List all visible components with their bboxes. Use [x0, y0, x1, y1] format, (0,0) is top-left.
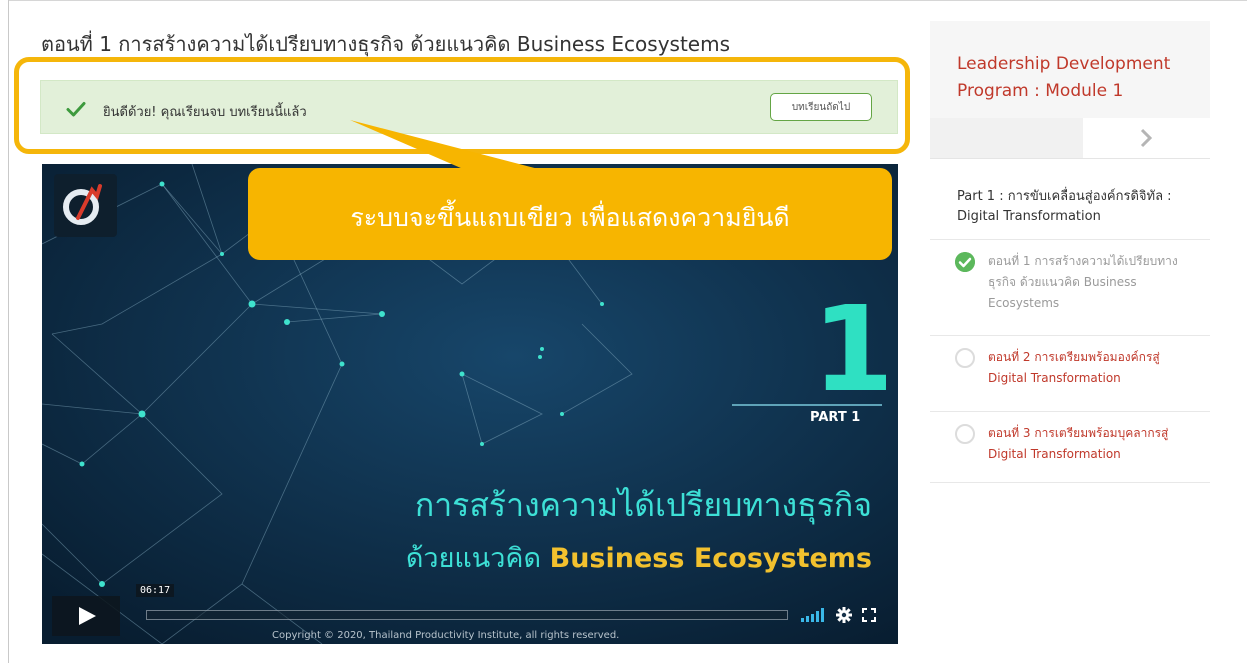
page-frame-left [8, 0, 9, 663]
lesson-item-3[interactable]: ตอนที่ 3 การเตรียมพร้อมบุคลากรสู่ Digita… [930, 412, 1210, 483]
part-number: 1 [812, 280, 895, 418]
lesson-item-1[interactable]: ตอนที่ 1 การสร้างความได้เปรียบทางธุรกิจ … [930, 240, 1210, 336]
video-title-line1: การสร้างความได้เปรียบทางธุรกิจ [414, 486, 872, 524]
part-divider [732, 404, 882, 406]
sidebar-nav-next-button[interactable] [1083, 118, 1210, 158]
section-title: Part 1 : การขับเคลื่อนสู่องค์กรดิจิทัล :… [957, 189, 1172, 224]
lesson-incomplete-circle-icon [955, 424, 975, 444]
lesson-title: ตอนที่ 1 การสร้างความได้เปรียบทางธุรกิจ … [41, 32, 730, 56]
fullscreen-icon[interactable] [862, 608, 876, 622]
chevron-right-icon [1140, 128, 1152, 148]
current-time: 06:17 [136, 584, 175, 597]
video-title-line2: ด้วยแนวคิด Business Ecosystems [342, 536, 872, 579]
play-icon [79, 607, 96, 625]
course-title[interactable]: Leadership Development Program : Module … [957, 51, 1197, 105]
course-sidebar: Leadership Development Program : Module … [930, 21, 1210, 483]
institute-logo [54, 174, 117, 237]
lesson-incomplete-circle-icon [955, 348, 975, 368]
gear-icon[interactable] [836, 607, 852, 623]
play-button[interactable] [52, 596, 120, 636]
callout-text: ระบบจะขึ้นแถบเขียว เพื่อแสดงความยินดี [350, 203, 790, 232]
sidebar-nav-previous [930, 118, 1083, 158]
video-title-line2-english: Business Ecosystems [549, 543, 872, 574]
lesson-item-label: ตอนที่ 2 การเตรียมพร้อมองค์กรสู่ Digital… [988, 350, 1160, 385]
page-frame-top [8, 0, 1247, 1]
lesson-item-label: ตอนที่ 1 การสร้างความได้เปรียบทางธุรกิจ … [988, 254, 1178, 310]
video-controls: 06:17 [52, 584, 888, 636]
sidebar-divider [930, 158, 1210, 159]
progress-bar[interactable] [146, 610, 788, 620]
volume-icon[interactable] [800, 608, 826, 622]
lesson-completed-check-icon [955, 252, 975, 272]
video-title-line2-thai: ด้วยแนวคิด [405, 543, 542, 574]
lesson-item-label: ตอนที่ 3 การเตรียมพร้อมบุคลากรสู่ Digita… [988, 426, 1169, 461]
lesson-divider [930, 482, 1210, 483]
part-label: PART 1 [810, 410, 861, 425]
lesson-item-2[interactable]: ตอนที่ 2 การเตรียมพร้อมองค์กรสู่ Digital… [930, 336, 1210, 412]
